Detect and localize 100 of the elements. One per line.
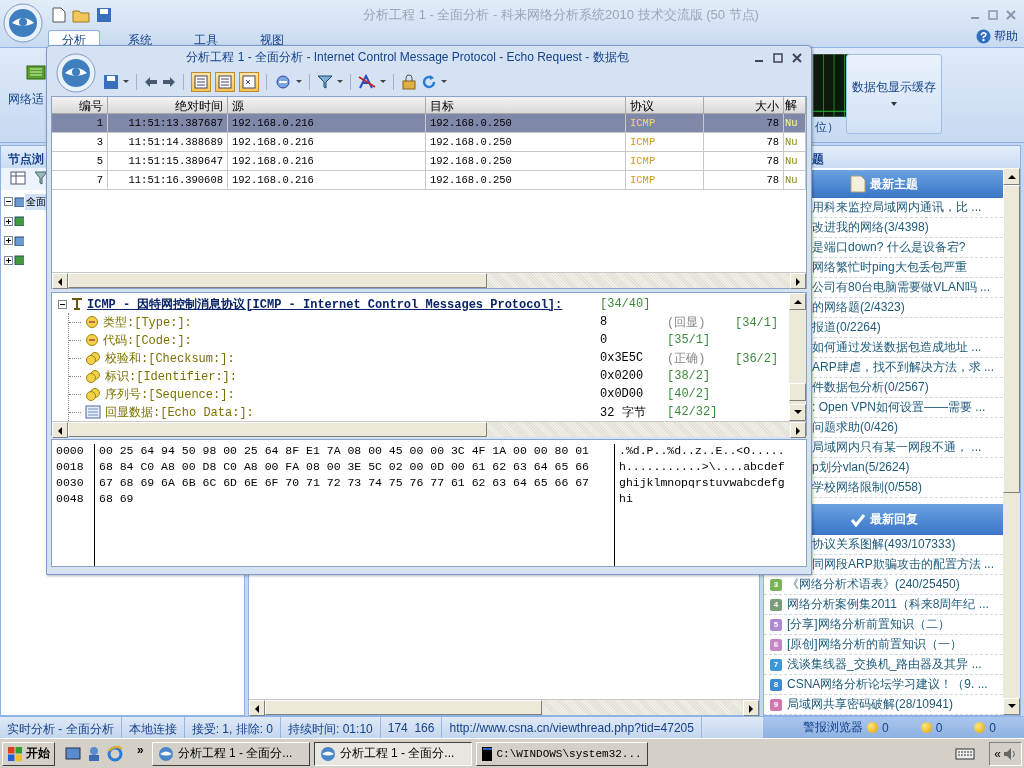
topic-link[interactable]: [分享]网络分析前置知识（二） (787, 616, 950, 633)
topic-link[interactable]: 浅谈集线器_交换机_路由器及其异 ... (787, 656, 982, 673)
refresh-icon[interactable] (421, 73, 437, 90)
start-button[interactable]: 开始 (2, 741, 55, 766)
field-value: 0x0200 (600, 369, 645, 383)
expand-icon[interactable] (4, 236, 13, 246)
keyboard-icon[interactable] (955, 746, 976, 761)
multi-field-icon (85, 387, 101, 401)
table-cell: 78 (704, 114, 784, 133)
table-cell: 78 (704, 171, 784, 190)
field-label[interactable]: 标识:[Identifier:]: (105, 367, 238, 385)
table-icon[interactable] (10, 171, 26, 185)
protocol-header[interactable]: ICMP - 因特网控制消息协议[ICMP - Internet Control Messages Protocol]: (87, 295, 563, 313)
packet-row[interactable]: 3 11:51:14.388689 192.168.0.216 192.168.0.250 ICMP 78 Nu (52, 133, 806, 152)
hex-offset: 0048 (56, 492, 85, 507)
topic-link[interactable]: 学校网络限制(0/558) (812, 479, 923, 496)
lock-icon[interactable] (401, 73, 417, 90)
horizontal-scrollbar[interactable] (249, 699, 759, 715)
topic-link[interactable]: 公司有80台电脑需要做VLAN吗 ... (812, 279, 991, 296)
topic-link[interactable]: 同网段ARP欺骗攻击的配置方法 ... (812, 556, 994, 573)
packet-cache-button[interactable]: 数据包显示缓存 (846, 54, 942, 134)
ribbon-tab[interactable]: 系统 (114, 30, 166, 47)
topic-link[interactable]: 问题求助(0/426) (812, 419, 899, 436)
show-hidden-icons-button[interactable]: « (994, 746, 1001, 761)
topic-link[interactable]: 如何通过发送数据包造成地址 ... (812, 339, 982, 356)
number-badge: 3 (770, 578, 782, 591)
save-icon[interactable] (96, 7, 112, 23)
topic-link[interactable]: 报道(0/2264) (812, 319, 881, 336)
speaker-icon[interactable] (1003, 746, 1017, 761)
field-label[interactable]: 序列号:[Sequence:]: (105, 385, 235, 403)
topic-link[interactable]: 用科来监控局域网内通讯，比 ... (812, 199, 982, 216)
table-cell: 192.168.0.216 (228, 171, 426, 190)
field-icon (85, 316, 99, 328)
packet-row[interactable]: 5 11:51:15.389647 192.168.0.216 192.168.0.250 ICMP 78 Nu (52, 152, 806, 171)
new-file-icon[interactable] (52, 7, 66, 23)
field-label[interactable]: 类型:[Type:]: (103, 313, 192, 331)
field-value: 32 字节 (600, 404, 647, 421)
topic-link[interactable]: ARP肆虐，找不到解决方法，求 ... (812, 359, 994, 376)
field-value: 8 (600, 315, 609, 329)
view-toggle-button[interactable] (191, 71, 211, 92)
packet-row[interactable]: 1 11:51:13.387687 192.168.0.216 192.168.0.250 ICMP 78 Nu (52, 114, 806, 133)
taskbar-button[interactable]: C:\WINDOWS\system32... (475, 741, 648, 766)
topic-link[interactable]: 是端口down? 什么是设备宕? (812, 239, 966, 256)
topic-link[interactable]: 《网络分析术语表》(240/25450) (787, 576, 960, 593)
more-button[interactable]: » (133, 742, 148, 765)
network-adapter-button[interactable]: 网络适 (8, 54, 48, 136)
horizontal-scrollbar[interactable] (52, 272, 806, 288)
view-toggle-button[interactable] (215, 71, 235, 92)
topic-link[interactable]: [原创]网络分析的前置知识（一） (787, 636, 962, 653)
topic-link[interactable]: 件数据包分析(0/2567) (812, 379, 929, 396)
taskbar-button[interactable]: 分析工程 1 - 全面分... (313, 741, 472, 766)
node-icon (14, 235, 24, 246)
topic-link[interactable]: 局域网共享密码破解(28/10941) (787, 696, 954, 713)
hex-offset: 0000 (56, 444, 85, 459)
section-title: 最新回复 (869, 511, 918, 528)
ascii-text: .%d.P..%d..z..E..<O..... (619, 444, 786, 459)
help-button[interactable]: 帮助 (976, 28, 1018, 45)
app-logo[interactable] (3, 3, 43, 43)
save-icon[interactable] (103, 73, 119, 90)
expand-icon[interactable] (4, 216, 13, 226)
vertical-scrollbar[interactable] (1003, 168, 1020, 715)
close-icon[interactable] (792, 52, 802, 63)
topic-link[interactable]: p划分vlan(5/2624) (812, 459, 910, 476)
font-icon[interactable] (358, 73, 376, 90)
table-cell: 192.168.0.216 (228, 114, 426, 133)
topic-link[interactable]: 局域网内只有某一网段不通， ... (812, 439, 982, 456)
topic-link[interactable]: 改进我的网络(3/4398) (812, 219, 929, 236)
ribbon-tab[interactable]: 视图 (246, 30, 298, 47)
field-label[interactable]: 校验和:[Checksum:]: (105, 349, 235, 367)
packet-row[interactable]: 7 11:51:16.390608 192.168.0.216 192.168.0.250 ICMP 78 Nu (52, 171, 806, 190)
window-logo[interactable] (56, 53, 96, 93)
vertical-scrollbar[interactable] (789, 293, 806, 421)
topic-link[interactable]: 网络繁忙时ping大包丢包严重 (812, 259, 967, 276)
topic-link[interactable]: 协议关系图解(493/107333) (812, 536, 956, 553)
collapse-icon[interactable] (4, 197, 13, 207)
field-label[interactable]: 代码:[Code:]: (103, 331, 192, 349)
expand-icon[interactable] (4, 255, 13, 265)
horizontal-scrollbar[interactable] (52, 421, 806, 437)
forward-arrow-icon[interactable] (162, 75, 176, 88)
maximize-icon[interactable] (773, 52, 783, 63)
topic-link[interactable]: : Open VPN如何设置——需要 ... (812, 399, 986, 416)
person-icon[interactable] (87, 745, 101, 762)
back-arrow-icon[interactable] (144, 75, 158, 88)
browser-icon[interactable] (107, 745, 123, 762)
topic-link[interactable]: CSNA网络分析论坛学习建议！（9. ... (787, 676, 988, 693)
topic-link[interactable]: 网络分析案例集2011（科来8周年纪 ... (787, 596, 989, 613)
filter-icon[interactable] (317, 73, 333, 90)
desktop-icon[interactable] (65, 745, 81, 762)
view-toggle-button[interactable] (239, 71, 259, 92)
alarm-browser-label[interactable]: 警报浏览器 (803, 719, 863, 736)
filter-icon[interactable] (34, 171, 48, 185)
table-cell: 11:51:13.387687 (108, 114, 228, 133)
field-value: 0x3E5C (600, 351, 645, 365)
field-label[interactable]: 回显数据:[Echo Data:]: (105, 403, 254, 421)
taskbar-button[interactable]: 分析工程 1 - 全面分... (151, 741, 310, 766)
collapse-icon[interactable] (58, 299, 67, 309)
tree-item[interactable]: 全面 (25, 193, 47, 210)
topic-link[interactable]: 的网络题(2/4323) (812, 299, 905, 316)
ribbon-tab[interactable]: 工具 (180, 30, 232, 47)
table-cell: Nu (784, 114, 806, 133)
